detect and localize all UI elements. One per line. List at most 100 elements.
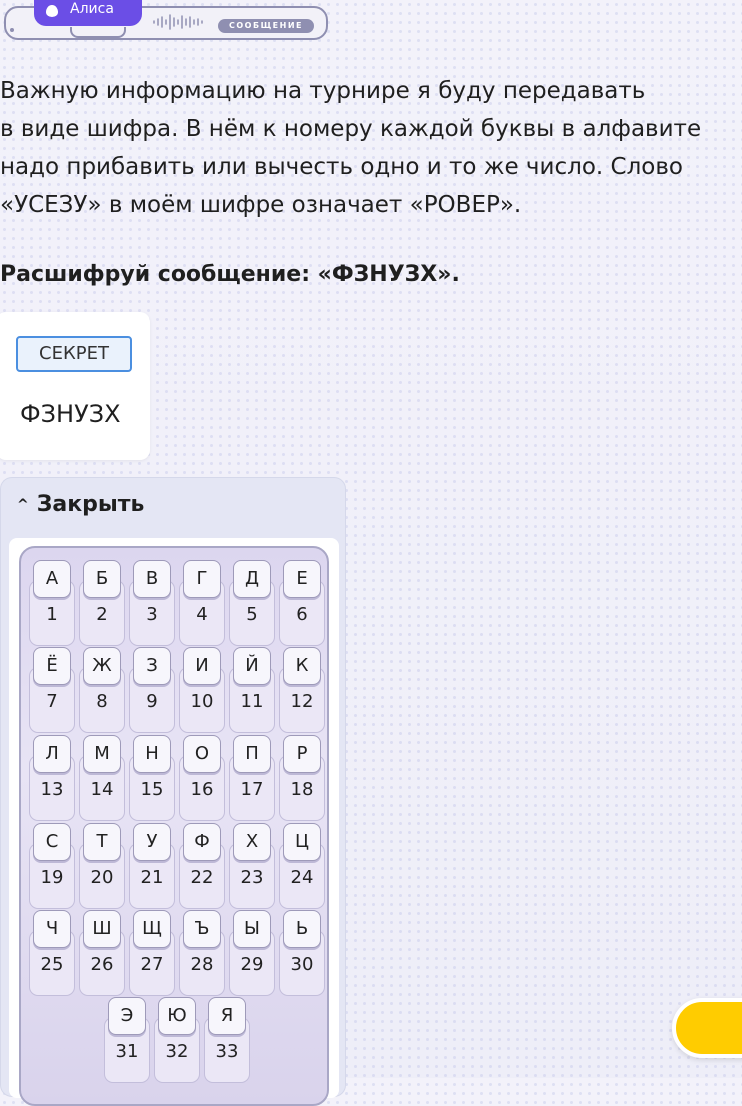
alphabet-letter: Г: [183, 560, 221, 598]
alphabet-cell: А1: [29, 560, 75, 646]
alphabet-cell: К 12: [279, 647, 325, 733]
alphabet-letter: Ш: [83, 910, 121, 948]
alphabet-number: 30: [290, 954, 314, 975]
alphabet-cell: Ю 32: [154, 997, 200, 1083]
alphabet-cell: Й 11: [229, 647, 275, 733]
alice-banner: Алиса СООБЩЕНИЕ: [0, 0, 330, 48]
alphabet-letter: П: [233, 735, 271, 773]
alphabet-cell: Г4: [179, 560, 225, 646]
message-badge: СООБЩЕНИЕ: [218, 19, 314, 33]
close-button[interactable]: ^ Закрыть: [17, 492, 144, 517]
alphabet-letter: Х: [233, 823, 271, 861]
alphabet-number: 4: [196, 604, 208, 625]
alphabet-cell: Ц 24: [279, 823, 325, 909]
intro-line: надо прибавить или вычесть одно и то же …: [0, 154, 683, 180]
alphabet-cell: З9: [129, 647, 175, 733]
alphabet-letter: Ф: [183, 823, 221, 861]
alphabet-letter: В: [133, 560, 171, 598]
alphabet-number: 26: [90, 954, 114, 975]
action-button[interactable]: [672, 998, 742, 1058]
alphabet-number: 9: [146, 691, 158, 712]
alphabet-cell: В3: [129, 560, 175, 646]
alphabet-number: 7: [46, 691, 58, 712]
alphabet-number: 25: [40, 954, 64, 975]
alphabet-letter: О: [183, 735, 221, 773]
alphabet-cell: Л 13: [29, 735, 75, 821]
close-label: Закрыть: [36, 492, 145, 517]
alphabet-number: 28: [190, 954, 214, 975]
banner-dot: [10, 28, 14, 32]
alphabet-cell: Ъ 28: [179, 910, 225, 996]
alphabet-cell: Щ 27: [129, 910, 175, 996]
alphabet-cell: Б2: [79, 560, 125, 646]
task-text: Расшифруй сообщение: «ФЗНУЗХ».: [0, 262, 460, 287]
alphabet-cell: Э 31: [104, 997, 150, 1083]
intro-text: Важную информацию на турнире я буду пере…: [0, 72, 742, 224]
alphabet-cell: Д5: [229, 560, 275, 646]
alphabet-letter: К: [283, 647, 321, 685]
alphabet-number: 3: [146, 604, 158, 625]
alphabet-number: 2: [96, 604, 108, 625]
alphabet-letter: М: [83, 735, 121, 773]
alphabet-number: 19: [40, 867, 64, 888]
intro-line: в виде шифра. В нём к номеру каждой букв…: [0, 116, 702, 142]
alphabet-cell: У 21: [129, 823, 175, 909]
alphabet-cell: Е6: [279, 560, 325, 646]
secret-card: СЕКРЕТ ФЗНУЗХ: [0, 312, 150, 460]
alphabet-letter: И: [183, 647, 221, 685]
alphabet-letter: Ы: [233, 910, 271, 948]
alphabet-letter: А: [33, 560, 71, 598]
alphabet-letter: Ё: [33, 647, 71, 685]
banner-notch: [70, 27, 126, 38]
alphabet-number: 24: [290, 867, 314, 888]
alphabet-letter: Я: [208, 997, 246, 1035]
alphabet-number: 1: [46, 604, 58, 625]
alphabet-letter: Щ: [133, 910, 171, 948]
sound-wave-icon: [153, 14, 203, 30]
alphabet-cell: Ш 26: [79, 910, 125, 996]
alphabet-number: 33: [215, 1041, 239, 1062]
secret-word: ФЗНУЗХ: [20, 400, 121, 428]
alphabet-number: 22: [190, 867, 214, 888]
alphabet-number: 27: [140, 954, 164, 975]
alphabet-cell: Ь 30: [279, 910, 325, 996]
alphabet-letter: Н: [133, 735, 171, 773]
alphabet-panel: ^ Закрыть А 1 Б 2 В 3 Г 4 Д 5 Е 6 Ё 7 Ж 8 З 9 И 10 Й 11 К 12 Л 13…: [0, 477, 346, 1106]
alphabet-letter: Ж: [83, 647, 121, 685]
alphabet-letter: Ч: [33, 910, 71, 948]
alphabet-cell: Т 20: [79, 823, 125, 909]
alphabet-table: А 1 Б 2 В 3 Г 4 Д 5 Е 6 Ё 7 Ж 8 З 9 И 10 Й 11 К 12 Л 13 М 14 Н 15 О 16 П…: [19, 546, 329, 1106]
alphabet-cell: Ф 22: [179, 823, 225, 909]
alphabet-letter: З: [133, 647, 171, 685]
alphabet-number: 14: [90, 779, 114, 800]
alphabet-letter: Д: [233, 560, 271, 598]
alphabet-number: 29: [240, 954, 264, 975]
alphabet-cell: М 14: [79, 735, 125, 821]
alphabet-number: 16: [190, 779, 214, 800]
alphabet-letter: Й: [233, 647, 271, 685]
alphabet-number: 13: [40, 779, 64, 800]
alphabet-number: 10: [190, 691, 214, 712]
alphabet-letter: С: [33, 823, 71, 861]
alice-badge: Алиса: [34, 0, 142, 26]
intro-line: Важную информацию на турнире я буду пере…: [0, 78, 646, 104]
alphabet-letter: Б: [83, 560, 121, 598]
alphabet-number: 11: [240, 691, 264, 712]
alphabet-cell: Р 18: [279, 735, 325, 821]
alphabet-cell: И 10: [179, 647, 225, 733]
alphabet-number: 18: [290, 779, 314, 800]
alphabet-number: 31: [115, 1041, 139, 1062]
alphabet-cell: Н 15: [129, 735, 175, 821]
secret-label: СЕКРЕТ: [16, 336, 132, 372]
alphabet-number: 32: [165, 1041, 189, 1062]
alphabet-cell: Ж8: [79, 647, 125, 733]
alphabet-letter: Ъ: [183, 910, 221, 948]
alphabet-number: 5: [246, 604, 258, 625]
alphabet-letter: Е: [283, 560, 321, 598]
alphabet-cell: Ч 25: [29, 910, 75, 996]
alice-icon: [46, 5, 58, 17]
alphabet-number: 21: [140, 867, 164, 888]
alphabet-number: 8: [96, 691, 108, 712]
alphabet-letter: Т: [83, 823, 121, 861]
intro-line: «УСЕЗУ» в моём шифре означает «РОВЕР».: [0, 192, 522, 218]
